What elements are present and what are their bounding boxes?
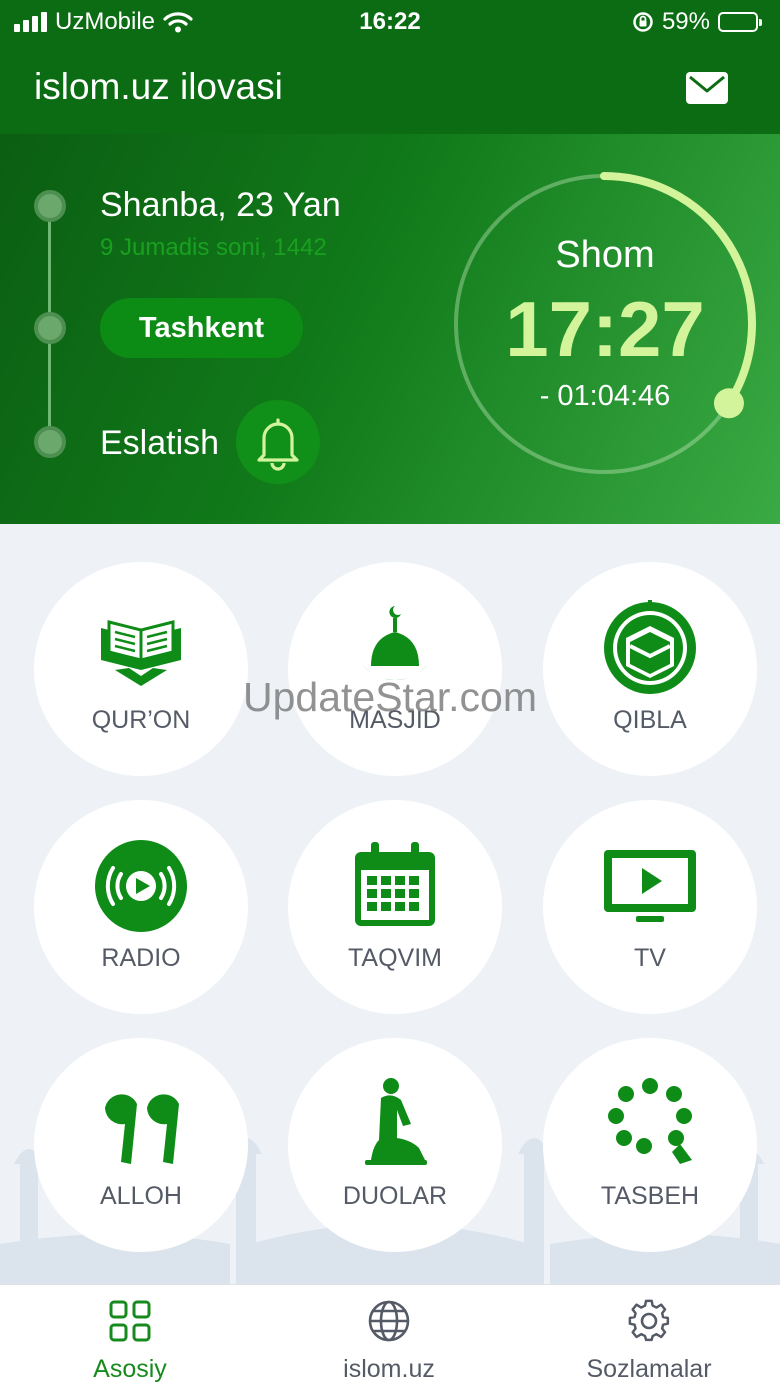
hijri-date: 9 Jumadis soni, 1442 xyxy=(100,234,327,261)
reminder-bell-button[interactable] xyxy=(236,400,320,484)
app-title: islom.uz ilovasi xyxy=(34,66,283,107)
radio-icon xyxy=(95,840,187,932)
timeline-dot xyxy=(34,190,66,222)
app-header: UzMobile 16:22 59% islom.uz ilovasi xyxy=(0,0,780,134)
status-bar: UzMobile 16:22 59% xyxy=(0,0,780,44)
next-prayer-name: Shom xyxy=(555,234,655,276)
prayer-hero: Shanba, 23 Yan 9 Jumadis soni, 1442 Tash… xyxy=(0,134,780,524)
bottom-navigation: Asosiy islom.uz Sozlamalar xyxy=(0,1284,780,1387)
tasbeh-tile[interactable]: TASBEH xyxy=(543,1038,757,1252)
nav-asosiy[interactable]: Asosiy xyxy=(30,1285,230,1387)
mosque-tile[interactable]: MASJID xyxy=(288,562,502,776)
city-button[interactable]: Tashkent xyxy=(100,298,303,358)
praying-man-icon xyxy=(365,1078,427,1165)
tv-icon xyxy=(604,850,696,922)
radio-label: RADIO xyxy=(101,944,181,972)
alloh-99-icon xyxy=(105,1094,179,1164)
grid-icon xyxy=(109,1300,151,1342)
nav-islom-uz[interactable]: islom.uz xyxy=(289,1285,489,1387)
feature-grid: QUR’ON MASJID QIBLA RADIO TAQVIM TV ALLO… xyxy=(0,530,780,1284)
mail-button[interactable] xyxy=(686,72,728,104)
tasbeh-label: TASBEH xyxy=(600,1182,700,1210)
calendar-tile[interactable]: TAQVIM xyxy=(288,800,502,1014)
nav-islom-uz-label: islom.uz xyxy=(343,1355,435,1383)
globe-icon xyxy=(368,1300,410,1342)
watermark: UpdateStar.com xyxy=(243,674,537,720)
time-remaining: - 01:04:46 xyxy=(539,380,671,412)
nav-sozlamalar[interactable]: Sozlamalar xyxy=(549,1285,749,1387)
bell-icon xyxy=(257,418,299,471)
duolar-tile[interactable]: DUOLAR xyxy=(288,1038,502,1252)
qibla-tile[interactable]: QIBLA xyxy=(543,562,757,776)
reminder-label: Eslatish xyxy=(100,424,220,462)
nav-asosiy-label: Asosiy xyxy=(93,1355,167,1383)
next-prayer-time: 17:27 xyxy=(505,285,705,373)
rotation-lock-icon xyxy=(633,12,653,32)
battery-percent: 59% xyxy=(661,8,710,35)
alloh-tile[interactable]: ALLOH xyxy=(34,1038,248,1252)
battery-icon xyxy=(718,12,762,32)
calendar-icon xyxy=(355,842,435,926)
timeline-dot xyxy=(34,312,66,344)
gear-icon xyxy=(628,1299,670,1342)
tv-label: TV xyxy=(634,944,666,972)
tv-tile[interactable]: TV xyxy=(543,800,757,1014)
tasbeh-icon xyxy=(608,1078,692,1164)
calendar-label: TAQVIM xyxy=(348,944,442,972)
radio-tile[interactable]: RADIO xyxy=(34,800,248,1014)
nav-sozlamalar-label: Sozlamalar xyxy=(586,1355,712,1383)
timeline-dot xyxy=(34,426,66,458)
quran-tile[interactable]: QUR’ON xyxy=(34,562,248,776)
mail-icon xyxy=(689,75,725,93)
gregorian-date: Shanba, 23 Yan xyxy=(100,186,341,224)
alloh-label: ALLOH xyxy=(100,1182,182,1210)
duolar-label: DUOLAR xyxy=(342,1182,448,1210)
